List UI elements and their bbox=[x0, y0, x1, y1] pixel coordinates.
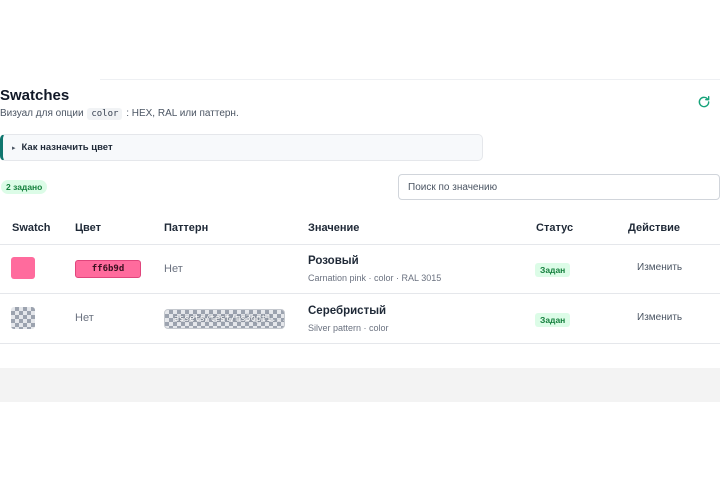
value-meta: Carnation pink · color · RAL 3015 bbox=[308, 273, 442, 283]
value-name: Серебристый bbox=[308, 305, 387, 317]
swatch-preview bbox=[11, 307, 35, 329]
column-header-swatch: Swatch bbox=[12, 222, 51, 234]
edit-link[interactable]: Изменить bbox=[637, 262, 682, 273]
pattern-none: Нет bbox=[164, 263, 183, 275]
top-divider bbox=[0, 79, 720, 80]
page-title: Swatches bbox=[0, 87, 70, 104]
assigned-count-badge: 2 задано bbox=[1, 180, 48, 194]
color-none: Нет bbox=[75, 312, 94, 324]
color-hex-chip: ff6b9d bbox=[75, 260, 141, 278]
swatch-preview bbox=[11, 257, 35, 279]
pattern-path-chip: assets/test/ms3opt1... bbox=[164, 309, 285, 329]
status-badge: Задан bbox=[535, 263, 571, 277]
column-header-action: Действие bbox=[628, 222, 680, 234]
subtitle-suffix: : HEX, RAL или паттерн. bbox=[126, 108, 239, 119]
column-header-status: Статус bbox=[536, 222, 574, 234]
refresh-icon[interactable] bbox=[697, 95, 711, 109]
details-summary: Как назначить цвет bbox=[21, 142, 113, 153]
column-header-value: Значение bbox=[308, 222, 360, 234]
how-to-assign-details[interactable]: ▸ Как назначить цвет bbox=[0, 134, 483, 161]
footer-bar bbox=[0, 368, 720, 402]
table-row: ff6b9d Нет Розовый Carnation pink · colo… bbox=[0, 245, 720, 294]
column-header-pattern: Паттерн bbox=[164, 222, 209, 234]
caret-right-icon: ▸ bbox=[12, 144, 16, 152]
value-name: Розовый bbox=[308, 255, 359, 267]
page-subtitle: Визуал для опции color : HEX, RAL или па… bbox=[0, 108, 239, 120]
value-meta: Silver pattern · color bbox=[308, 323, 389, 333]
edit-link[interactable]: Изменить bbox=[637, 312, 682, 323]
column-header-color: Цвет bbox=[75, 222, 102, 234]
table-header: Swatch Цвет Паттерн Значение Статус Дейс… bbox=[0, 215, 720, 245]
option-code: color bbox=[87, 108, 123, 120]
table-row: Нет assets/test/ms3opt1... Серебристый S… bbox=[0, 295, 720, 344]
search-input[interactable] bbox=[398, 174, 720, 200]
subtitle-prefix: Визуал для опции bbox=[0, 108, 84, 119]
status-badge: Задан bbox=[535, 313, 571, 327]
